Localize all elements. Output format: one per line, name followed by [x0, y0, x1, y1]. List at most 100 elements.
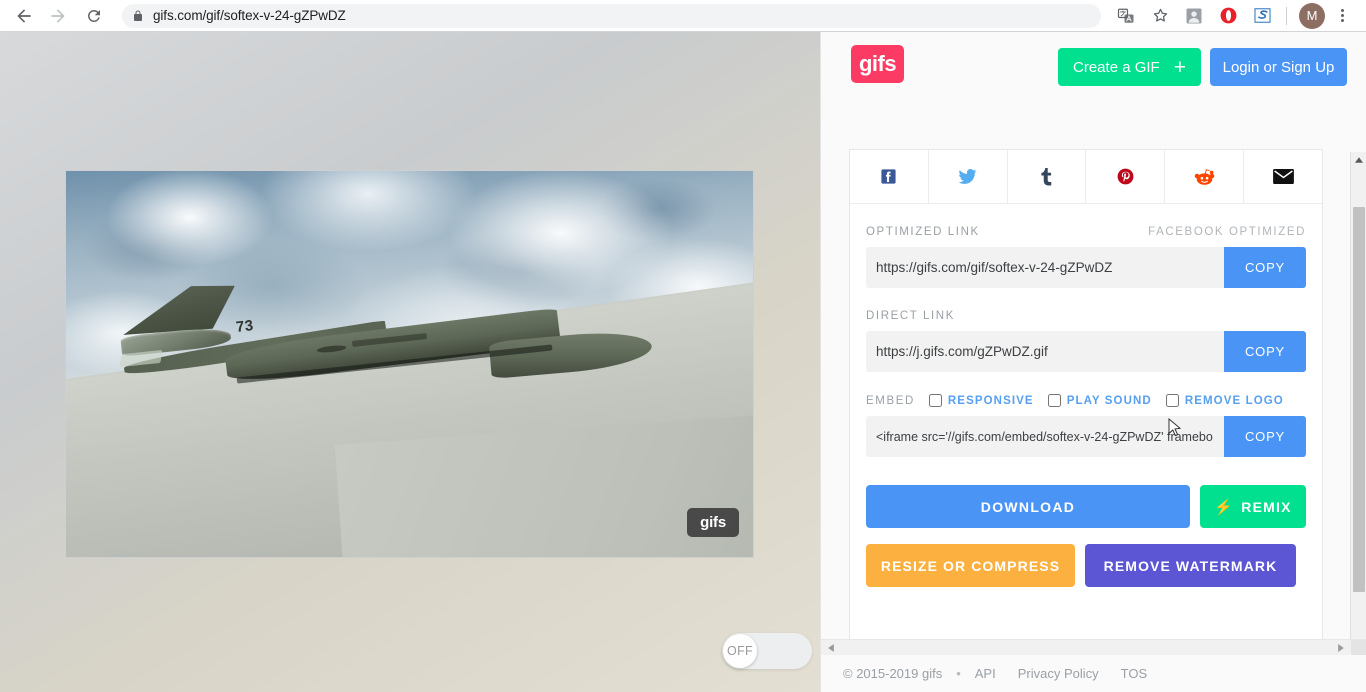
url-text: gifs.com/gif/softex-v-24-gZPwDZ: [153, 8, 346, 23]
resize-or-compress-button[interactable]: RESIZE OR COMPRESS: [866, 544, 1075, 587]
reddit-share-button[interactable]: [1165, 150, 1245, 203]
embed-option-remove-logo[interactable]: REMOVE LOGO: [1165, 394, 1284, 407]
login-signup-button[interactable]: Login or Sign Up: [1210, 48, 1347, 86]
forward-button[interactable]: [44, 2, 72, 30]
reload-button[interactable]: [80, 2, 108, 30]
site-header: gifs Create a GIF + Login or Sign Up: [821, 32, 1351, 140]
lock-icon: [132, 9, 144, 23]
copyright-text: © 2015-2019 gifs: [843, 666, 943, 681]
plus-icon: +: [1173, 55, 1186, 79]
responsive-checkbox[interactable]: [928, 394, 942, 407]
browser-toolbar: gifs.com/gif/softex-v-24-gZPwDZ M: [0, 0, 1366, 32]
s-blue-icon[interactable]: [1248, 2, 1276, 30]
download-button[interactable]: DOWNLOAD: [866, 485, 1190, 528]
remove-watermark-button[interactable]: REMOVE WATERMARK: [1085, 544, 1296, 587]
twitter-share-icon: [958, 169, 977, 184]
login-signup-label: Login or Sign Up: [1222, 58, 1335, 76]
remix-label: REMIX: [1241, 498, 1292, 515]
embed-option-play-sound[interactable]: PLAY SOUND: [1047, 394, 1152, 407]
reload-icon: [87, 9, 100, 22]
back-button[interactable]: [10, 2, 38, 30]
share-panel: gifs Create a GIF + Login or Sign Up OPT…: [820, 32, 1366, 692]
panel-vertical-scrollbar[interactable]: [1350, 152, 1366, 677]
avatar[interactable]: M: [1299, 2, 1325, 29]
remove-logo-checkbox[interactable]: [1165, 394, 1179, 407]
remove-logo-label: REMOVE LOGO: [1184, 394, 1284, 407]
share-card-body: OPTIMIZED LINK FACEBOOK OPTIMIZED https:…: [850, 204, 1322, 457]
optimized-link-label: OPTIMIZED LINK: [866, 226, 980, 238]
aircraft-serial-number: 73: [235, 317, 256, 337]
opera-red-icon[interactable]: [1214, 2, 1242, 30]
address-bar[interactable]: gifs.com/gif/softex-v-24-gZPwDZ: [122, 3, 1101, 28]
optimized-link-row: https://gifs.com/gif/softex-v-24-gZPwDZ …: [866, 247, 1306, 288]
direct-link-row: https://j.gifs.com/gZPwDZ.gif COPY: [866, 331, 1306, 372]
embed-options-row: EMBED RESPONSIVE PLAY SOUND REMOVE LOGO: [866, 394, 1306, 407]
optimized-link-input[interactable]: https://gifs.com/gif/softex-v-24-gZPwDZ: [866, 247, 1224, 288]
footer-link-api[interactable]: API: [975, 666, 996, 681]
site-footer: © 2015-2019 gifs • API Privacy Policy TO…: [821, 655, 1366, 692]
footer-link-privacy-policy[interactable]: Privacy Policy: [1018, 666, 1099, 681]
direct-link-label: DIRECT LINK: [866, 310, 955, 322]
copy-optimized-link-button[interactable]: COPY: [1224, 247, 1306, 288]
embed-code-input[interactable]: <iframe src='//gifs.com/embed/softex-v-2…: [866, 416, 1224, 457]
optimized-link-value: https://gifs.com/gif/softex-v-24-gZPwDZ: [876, 260, 1113, 275]
twitter-share-button[interactable]: [928, 150, 1008, 203]
direct-link-value: https://j.gifs.com/gZPwDZ.gif: [876, 344, 1048, 359]
forward-arrow-icon: [51, 8, 65, 23]
toolbar-actions: M: [1109, 2, 1366, 30]
lightning-bolt-icon: ⚡: [1214, 498, 1235, 516]
footer-separator: •: [956, 666, 961, 681]
three-dot-menu-icon[interactable]: [1330, 2, 1354, 30]
responsive-label: RESPONSIVE: [947, 394, 1034, 407]
remix-button[interactable]: ⚡ REMIX: [1200, 485, 1306, 528]
aircraft-graphic: 73: [121, 287, 698, 472]
play-sound-label: PLAY SOUND: [1066, 394, 1152, 407]
share-card: OPTIMIZED LINK FACEBOOK OPTIMIZED https:…: [849, 149, 1323, 658]
facebook-share-icon: [881, 169, 896, 184]
pinterest-share-icon: [1117, 168, 1134, 185]
copy-embed-code-button[interactable]: COPY: [1224, 416, 1306, 457]
sound-toggle-knob: OFF: [723, 634, 757, 668]
gif-viewer-area: 73 gifs OFF: [0, 32, 820, 692]
email-share-button[interactable]: [1244, 150, 1322, 203]
footer-link-tos[interactable]: TOS: [1121, 666, 1148, 681]
tumblr-share-icon: [1041, 167, 1052, 186]
scroll-right-arrow-icon[interactable]: [1333, 640, 1349, 656]
toolbar-divider: [1286, 6, 1287, 25]
aircraft-tail: [120, 283, 238, 335]
facebook-share-button[interactable]: [850, 150, 929, 203]
create-gif-button[interactable]: Create a GIF +: [1058, 48, 1201, 86]
social-share-row: [850, 150, 1322, 204]
embed-option-responsive[interactable]: RESPONSIVE: [928, 394, 1034, 407]
direct-link-labels: DIRECT LINK: [866, 310, 1306, 322]
bookmark-star-icon[interactable]: [1146, 2, 1174, 30]
play-sound-checkbox[interactable]: [1047, 394, 1061, 407]
avatar-extension-icon[interactable]: [1180, 2, 1208, 30]
optimized-link-labels: OPTIMIZED LINK FACEBOOK OPTIMIZED: [866, 226, 1306, 238]
embed-code-value: <iframe src='//gifs.com/embed/softex-v-2…: [876, 429, 1213, 444]
panel-horizontal-scrollbar[interactable]: [821, 639, 1366, 656]
panel-vertical-scroll-thumb[interactable]: [1353, 207, 1365, 592]
action-row-primary: DOWNLOAD ⚡ REMIX: [866, 485, 1306, 528]
embed-label: EMBED: [866, 394, 915, 407]
embed-code-row: <iframe src='//gifs.com/embed/softex-v-2…: [866, 416, 1306, 457]
scroll-up-arrow-icon[interactable]: [1351, 152, 1366, 168]
direct-link-input[interactable]: https://j.gifs.com/gZPwDZ.gif: [866, 331, 1224, 372]
gifs-logo[interactable]: gifs: [851, 45, 904, 83]
copy-direct-link-button[interactable]: COPY: [1224, 331, 1306, 372]
page-content: 73 gifs OFF gifs Create a GIF + Login or…: [0, 32, 1366, 692]
reddit-share-icon: [1194, 169, 1214, 185]
panel-scroll-area: OPTIMIZED LINK FACEBOOK OPTIMIZED https:…: [821, 140, 1351, 658]
pinterest-share-button[interactable]: [1086, 150, 1166, 203]
sound-toggle[interactable]: OFF: [722, 633, 812, 669]
scrollbar-corner: [1351, 640, 1366, 656]
gifs-watermark: gifs: [687, 508, 739, 537]
action-buttons: DOWNLOAD ⚡ REMIX RESIZE OR COMPRESS REMO…: [850, 479, 1322, 587]
translate-icon[interactable]: [1112, 2, 1140, 30]
back-arrow-icon: [17, 8, 31, 23]
action-row-secondary: RESIZE OR COMPRESS REMOVE WATERMARK: [866, 544, 1306, 587]
gif-player[interactable]: 73 gifs: [65, 170, 754, 558]
scroll-left-arrow-icon[interactable]: [823, 640, 839, 656]
tumblr-share-button[interactable]: [1007, 150, 1087, 203]
facebook-optimized-badge: FACEBOOK OPTIMIZED: [1148, 226, 1306, 238]
